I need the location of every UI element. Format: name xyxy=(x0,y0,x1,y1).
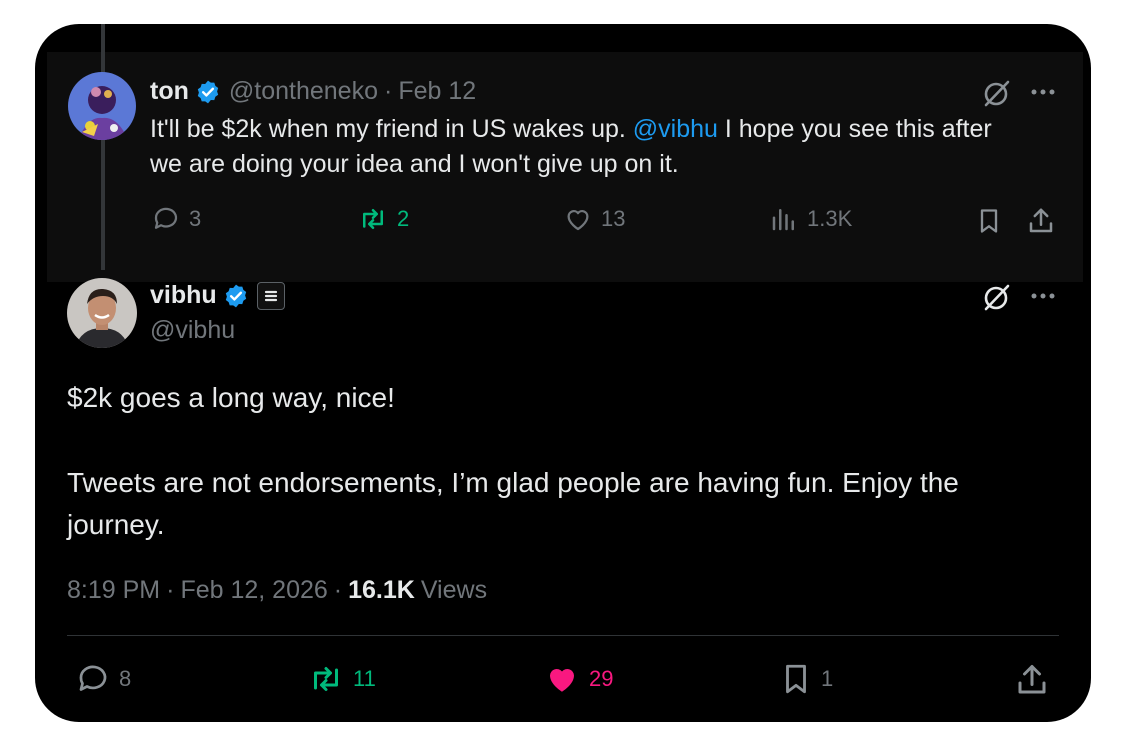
share-icon xyxy=(1018,665,1046,694)
like-count: 13 xyxy=(601,206,626,231)
separator: · xyxy=(166,576,175,604)
tweet-time[interactable]: 8:19 PM xyxy=(67,576,160,605)
grok-icon[interactable] xyxy=(979,76,1013,110)
main-tweet-paragraph-2: Tweets are not endorsements, I’m glad pe… xyxy=(67,467,959,540)
reply-icon xyxy=(154,207,178,229)
repost-button[interactable]: 11 xyxy=(307,661,376,697)
separator: · xyxy=(383,77,393,105)
main-header: vibhu xyxy=(150,281,285,310)
like-icon xyxy=(567,210,589,231)
share-button[interactable] xyxy=(1013,661,1051,699)
repost-count: 11 xyxy=(353,666,376,691)
reply-icon xyxy=(79,665,107,691)
share-button[interactable] xyxy=(1025,204,1057,238)
divider xyxy=(67,635,1059,636)
verified-icon xyxy=(197,80,219,103)
text-part: It'll be $2k when my friend in US wakes … xyxy=(150,115,633,143)
avatar-ton[interactable] xyxy=(68,72,136,140)
views-count: 1.3K xyxy=(807,206,853,231)
tweet-card: ton @tontheneko · Feb 12 It'll be $2k wh… xyxy=(35,24,1091,722)
repost-count: 2 xyxy=(397,206,410,231)
main-tweet-paragraph-1: $2k goes a long way, nice! xyxy=(67,382,395,413)
grok-icon[interactable] xyxy=(979,280,1013,314)
like-button[interactable]: 13 xyxy=(563,204,625,234)
reply-button[interactable]: 3 xyxy=(151,204,201,234)
repost-button[interactable]: 2 xyxy=(357,204,409,234)
text-part: I hope you see this after xyxy=(717,115,992,143)
bookmark-button[interactable]: 1 xyxy=(779,661,833,697)
separator: · xyxy=(333,576,343,604)
views-label[interactable]: Views xyxy=(421,576,487,605)
thread-line xyxy=(101,24,105,270)
text-part: we are doing your idea and I won't give … xyxy=(150,150,679,178)
bookmark-count: 1 xyxy=(821,666,834,691)
bookmark-button[interactable] xyxy=(973,204,1005,238)
like-icon xyxy=(550,668,574,692)
reply-count: 8 xyxy=(119,666,132,691)
share-icon xyxy=(1029,208,1053,233)
bookmark-icon xyxy=(980,209,998,233)
avatar-vibhu[interactable] xyxy=(67,278,137,348)
author-handle[interactable]: @vibhu xyxy=(150,316,235,345)
tweet-meta: 8:19 PM · Feb 12, 2026 · 16.1K Views xyxy=(67,576,487,605)
more-icon[interactable] xyxy=(1028,284,1058,308)
main-handle-row: @vibhu xyxy=(150,316,235,345)
author-name[interactable]: ton xyxy=(150,77,189,106)
tweet-date[interactable]: Feb 12 xyxy=(398,77,476,106)
like-count: 29 xyxy=(589,666,614,691)
author-name[interactable]: vibhu xyxy=(150,281,217,310)
mention-link[interactable]: @vibhu xyxy=(633,115,718,143)
bookmark-icon xyxy=(786,664,806,694)
views-button[interactable]: 1.3K xyxy=(769,204,852,234)
views-count[interactable]: 16.1K xyxy=(348,576,415,605)
like-button[interactable]: 29 xyxy=(543,661,613,697)
parent-tweet-text: It'll be $2k when my friend in US wakes … xyxy=(150,112,1070,182)
repost-icon xyxy=(363,209,383,229)
subscription-badge-icon xyxy=(256,281,285,310)
more-icon[interactable] xyxy=(1028,80,1058,104)
author-handle[interactable]: @tontheneko xyxy=(229,77,378,106)
reply-button[interactable]: 8 xyxy=(75,661,131,697)
verified-icon xyxy=(225,284,246,307)
views-icon xyxy=(772,209,794,231)
tweet-date[interactable]: Feb 12, 2026 xyxy=(180,576,327,605)
reply-count: 3 xyxy=(189,206,202,231)
parent-header: ton @tontheneko · Feb 12 xyxy=(150,77,476,106)
repost-icon xyxy=(314,667,338,691)
